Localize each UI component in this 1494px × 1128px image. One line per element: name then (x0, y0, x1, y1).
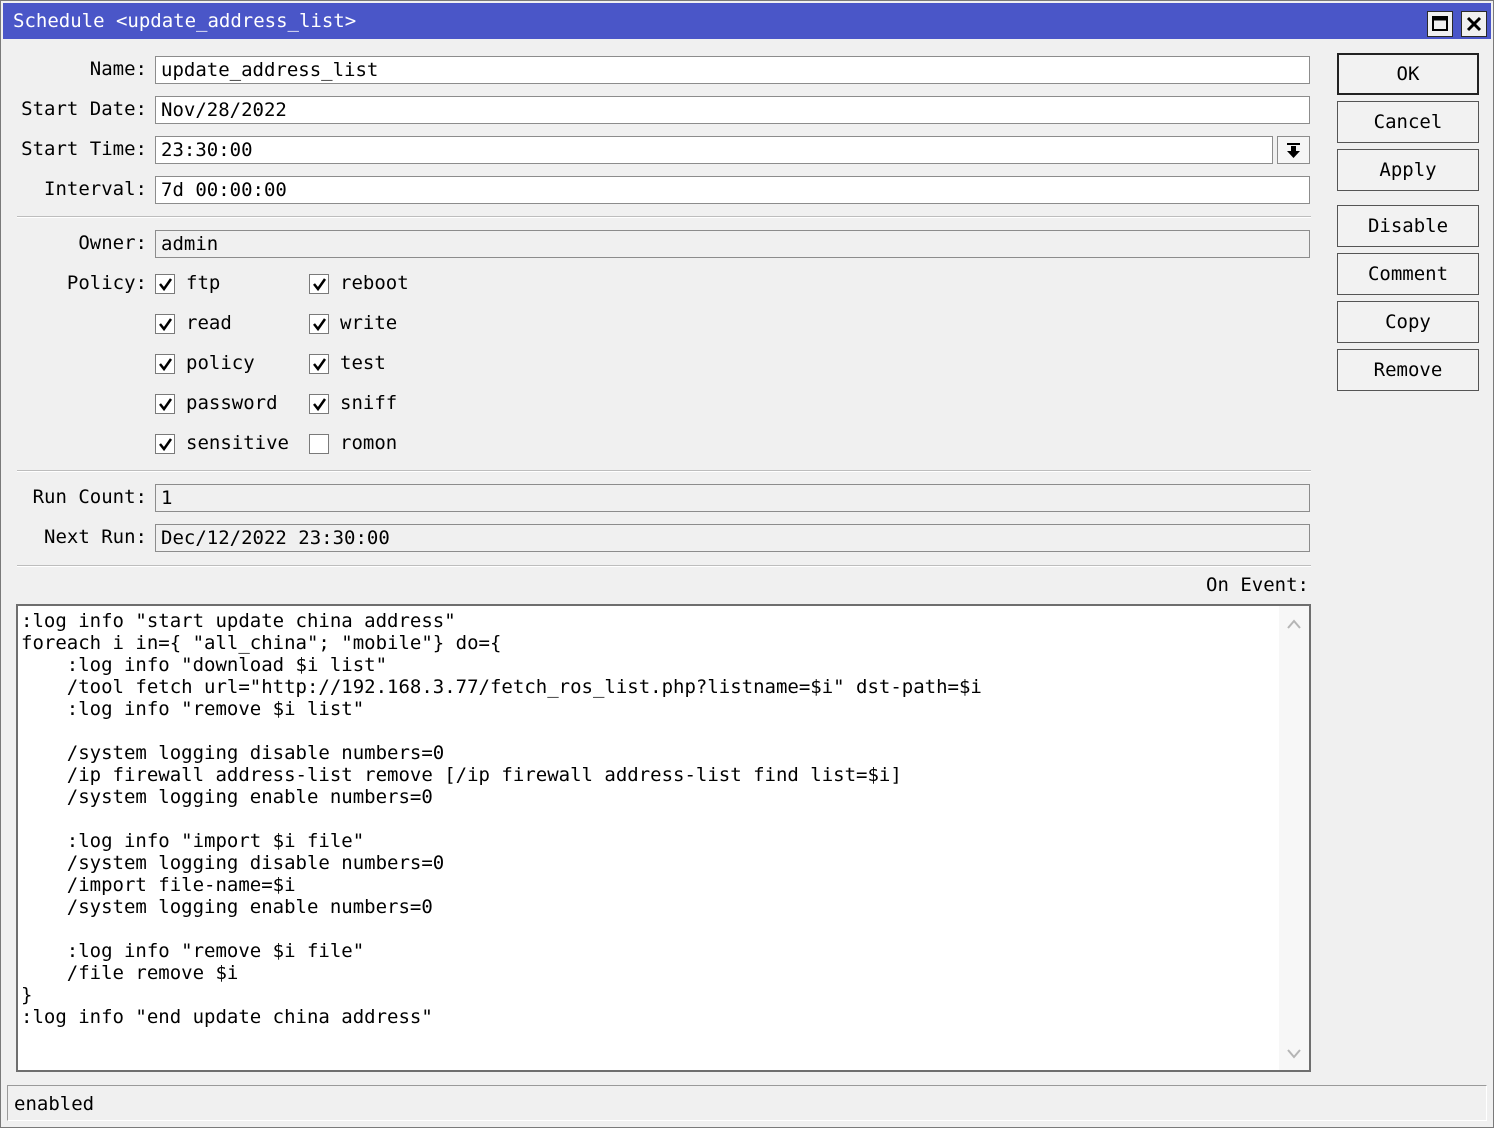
vertical-scrollbar[interactable] (1279, 606, 1309, 1070)
policy-label-write[interactable]: write (340, 312, 397, 334)
next-run-field: Dec/12/2022 23:30:00 (155, 524, 1310, 552)
on-event-label: On Event: (1206, 574, 1309, 596)
policy-label-ftp[interactable]: ftp (186, 272, 220, 294)
policy-checkbox-sniff[interactable] (309, 394, 329, 414)
policy-checkbox-ftp[interactable] (155, 274, 175, 294)
policy-label-sensitive[interactable]: sensitive (186, 432, 289, 454)
title-bar[interactable]: Schedule <update_address_list> (3, 3, 1491, 39)
on-event-script[interactable]: :log info "start update china address" f… (21, 610, 982, 1028)
comment-button[interactable]: Comment (1337, 253, 1479, 295)
schedule-window: Schedule <update_address_list> Name: upd… (0, 0, 1494, 1128)
interval-field[interactable]: 7d 00:00:00 (155, 176, 1310, 204)
checkmark-icon (313, 318, 327, 332)
scroll-down-icon[interactable] (1286, 1048, 1302, 1060)
close-icon (1466, 16, 1482, 32)
policy-label-test[interactable]: test (340, 352, 386, 374)
policy-label-policy[interactable]: policy (186, 352, 255, 374)
start-date-field[interactable]: Nov/28/2022 (155, 96, 1310, 124)
start-time-label: Start Time: (21, 138, 147, 160)
policy-label: Policy: (66, 272, 147, 294)
maximize-button[interactable] (1427, 11, 1453, 37)
apply-button[interactable]: Apply (1337, 149, 1479, 191)
separator (17, 470, 1311, 472)
checkmark-icon (159, 358, 173, 372)
disable-button[interactable]: Disable (1337, 205, 1479, 247)
start-date-label: Start Date: (21, 98, 147, 120)
window-title: Schedule <update_address_list> (13, 10, 357, 32)
start-time-dropdown-button[interactable] (1277, 136, 1310, 164)
policy-checkbox-write[interactable] (309, 314, 329, 334)
start-time-field[interactable]: 23:30:00 (155, 136, 1273, 164)
name-label: Name: (89, 58, 147, 80)
separator (17, 216, 1311, 218)
status-bar: enabled (7, 1085, 1487, 1121)
ok-button[interactable]: OK (1337, 53, 1479, 95)
policy-label-read[interactable]: read (186, 312, 232, 334)
checkmark-icon (313, 278, 327, 292)
checkmark-icon (159, 278, 173, 292)
owner-label: Owner: (78, 232, 147, 254)
policy-label-reboot[interactable]: reboot (340, 272, 409, 294)
separator (17, 565, 1311, 567)
checkmark-icon (313, 398, 327, 412)
run-count-label: Run Count: (32, 486, 147, 508)
name-field[interactable]: update_address_list (155, 56, 1310, 84)
checkmark-icon (313, 358, 327, 372)
policy-checkbox-read[interactable] (155, 314, 175, 334)
policy-label-password[interactable]: password (186, 392, 278, 414)
checkmark-icon (159, 438, 173, 452)
status-text: enabled (14, 1093, 95, 1115)
on-event-editor[interactable]: :log info "start update china address" f… (16, 604, 1311, 1072)
arrow-down-icon (1287, 143, 1300, 158)
next-run-label: Next Run: (44, 526, 147, 548)
remove-button[interactable]: Remove (1337, 349, 1479, 391)
checkmark-icon (159, 398, 173, 412)
policy-checkbox-sensitive[interactable] (155, 434, 175, 454)
policy-checkbox-policy[interactable] (155, 354, 175, 374)
policy-label-romon[interactable]: romon (340, 432, 397, 454)
policy-checkbox-password[interactable] (155, 394, 175, 414)
policy-checkbox-romon[interactable] (309, 434, 329, 454)
policy-checkbox-test[interactable] (309, 354, 329, 374)
run-count-field: 1 (155, 484, 1310, 512)
maximize-icon (1432, 16, 1448, 31)
policy-checkbox-reboot[interactable] (309, 274, 329, 294)
checkmark-icon (159, 318, 173, 332)
cancel-button[interactable]: Cancel (1337, 101, 1479, 143)
copy-button[interactable]: Copy (1337, 301, 1479, 343)
scroll-up-icon[interactable] (1286, 618, 1302, 630)
policy-label-sniff[interactable]: sniff (340, 392, 397, 414)
interval-label: Interval: (44, 178, 147, 200)
close-button[interactable] (1461, 11, 1487, 37)
owner-field: admin (155, 230, 1310, 258)
